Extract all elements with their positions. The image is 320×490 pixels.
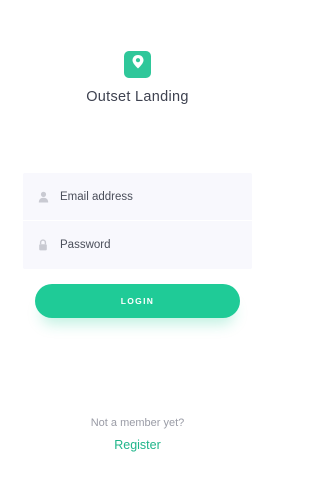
email-input[interactable]: [60, 185, 245, 208]
email-field[interactable]: [23, 173, 252, 220]
login-button[interactable]: LOGIN: [35, 284, 240, 318]
login-form: [23, 173, 252, 269]
map-pin-icon: [131, 54, 145, 75]
user-icon: [37, 191, 49, 203]
register-link[interactable]: Register: [0, 438, 275, 452]
register-prompt: Not a member yet?: [90, 417, 185, 429]
lock-icon: [37, 238, 49, 251]
app-logo: [124, 51, 151, 78]
password-input[interactable]: [60, 233, 245, 256]
app-title: Outset Landing: [86, 89, 189, 105]
password-field[interactable]: [23, 221, 252, 268]
